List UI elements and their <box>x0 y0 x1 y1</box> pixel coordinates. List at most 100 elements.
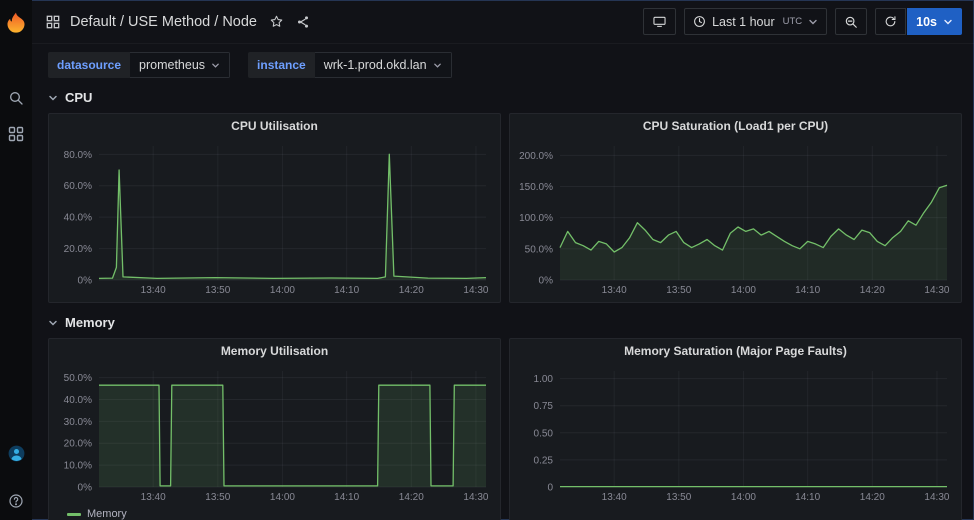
search-icon[interactable] <box>3 85 29 111</box>
variable-label: datasource <box>48 52 130 78</box>
chevron-down-icon <box>48 93 58 103</box>
svg-text:0.25: 0.25 <box>534 455 554 466</box>
timeseries-chart-memory-utilisation[interactable]: 13:4013:5014:0014:1014:2014:300%10.0%20.… <box>53 363 496 505</box>
dashboard-grid-icon <box>46 15 60 29</box>
dashboard-content: datasource prometheus instance wrk-1.pro… <box>32 44 974 520</box>
sidebar <box>0 0 32 520</box>
refresh-icon <box>884 15 897 28</box>
share-icon[interactable] <box>296 15 310 29</box>
svg-text:50.0%: 50.0% <box>64 373 92 384</box>
svg-text:14:10: 14:10 <box>334 285 359 296</box>
svg-text:14:30: 14:30 <box>463 492 488 503</box>
help-icon[interactable] <box>3 488 29 514</box>
variable-value: wrk-1.prod.okd.lan <box>324 58 427 72</box>
svg-text:14:10: 14:10 <box>795 285 820 296</box>
svg-text:10.0%: 10.0% <box>64 461 92 472</box>
chevron-down-icon <box>808 17 818 27</box>
panel-header[interactable]: CPU Utilisation <box>53 114 496 138</box>
svg-text:14:30: 14:30 <box>463 285 488 296</box>
section-title: Memory <box>65 315 115 330</box>
legend-color-swatch <box>67 513 81 516</box>
zoom-out-button[interactable] <box>835 8 867 35</box>
grafana-app: Default / USE Method / Node Last 1 hour … <box>0 0 974 520</box>
refresh-button[interactable] <box>875 8 906 35</box>
svg-text:50.0%: 50.0% <box>525 244 553 255</box>
svg-text:40.0%: 40.0% <box>64 395 92 406</box>
variable-datasource: datasource prometheus <box>48 52 230 78</box>
time-picker-button[interactable]: Last 1 hour UTC <box>684 8 827 35</box>
svg-text:13:50: 13:50 <box>666 492 691 503</box>
svg-text:0.50: 0.50 <box>534 428 554 439</box>
svg-text:0%: 0% <box>78 483 93 494</box>
monitor-icon <box>652 15 667 29</box>
svg-text:14:00: 14:00 <box>731 285 756 296</box>
svg-text:14:30: 14:30 <box>924 285 949 296</box>
panel-cpu-utilisation: CPU Utilisation 13:4013:5014:0014:1014:2… <box>48 113 501 303</box>
svg-text:30.0%: 30.0% <box>64 417 92 428</box>
timeseries-chart-cpu-utilisation[interactable]: 13:4013:5014:0014:1014:2014:300%20.0%40.… <box>53 138 496 298</box>
svg-text:14:00: 14:00 <box>731 492 756 503</box>
variable-label: instance <box>248 52 315 78</box>
variables-row: datasource prometheus instance wrk-1.pro… <box>48 52 962 78</box>
star-icon[interactable] <box>269 14 284 29</box>
refresh-interval-label: 10s <box>916 15 937 29</box>
svg-text:13:40: 13:40 <box>141 492 166 503</box>
grafana-logo-icon[interactable] <box>3 9 29 35</box>
timezone-label: UTC <box>783 16 803 27</box>
legend-label[interactable]: Memory <box>87 508 127 520</box>
tv-mode-button[interactable] <box>643 8 676 35</box>
variable-value-dropdown[interactable]: wrk-1.prod.okd.lan <box>315 52 452 78</box>
svg-text:0: 0 <box>547 483 553 494</box>
top-navbar: Default / USE Method / Node Last 1 hour … <box>32 0 974 44</box>
user-avatar[interactable] <box>3 440 29 466</box>
panel-header[interactable]: Memory Utilisation <box>53 339 496 363</box>
section-header-memory[interactable]: Memory <box>48 315 962 330</box>
navbar-actions: Last 1 hour UTC 10s <box>643 8 962 35</box>
refresh-picker: 10s <box>875 8 962 35</box>
svg-text:14:10: 14:10 <box>795 492 820 503</box>
timeseries-chart-memory-saturation[interactable]: 13:40 13:50 14:00 14:10 14:20 14:30 0 0.25 0.50 0… <box>514 363 957 505</box>
panel-row-cpu: CPU Utilisation 13:40 13:50 14:00 14:10 14:2… <box>48 113 962 303</box>
svg-text:14:00: 14:00 <box>270 492 295 503</box>
chevron-down-icon <box>211 61 220 70</box>
svg-text:20.0%: 20.0% <box>64 439 92 450</box>
time-range-label: Last 1 hour <box>712 15 775 29</box>
chevron-down-icon <box>433 61 442 70</box>
dashboards-icon[interactable] <box>3 121 29 147</box>
svg-text:14:20: 14:20 <box>860 285 885 296</box>
svg-text:13:50: 13:50 <box>666 285 691 296</box>
panel-header[interactable]: Memory Saturation (Major Page Faults) <box>514 339 957 363</box>
svg-text:150.0%: 150.0% <box>519 182 553 193</box>
chevron-down-icon <box>943 17 953 27</box>
svg-text:14:20: 14:20 <box>860 492 885 503</box>
svg-text:13:40: 13:40 <box>602 492 627 503</box>
svg-text:14:20: 14:20 <box>399 285 424 296</box>
main-area: Default / USE Method / Node Last 1 hour … <box>32 0 974 520</box>
section-header-cpu[interactable]: CPU <box>48 90 962 105</box>
zoom-out-icon <box>844 15 858 29</box>
timeseries-chart-cpu-saturation[interactable]: 13:4013:5014:0014:1014:2014:300%50.0%100… <box>514 138 957 298</box>
panel-header[interactable]: CPU Saturation (Load1 per CPU) <box>514 114 957 138</box>
svg-text:14:20: 14:20 <box>399 492 424 503</box>
svg-text:13:40: 13:40 <box>141 285 166 296</box>
variable-instance: instance wrk-1.prod.okd.lan <box>248 52 452 78</box>
breadcrumb[interactable]: Default / USE Method / Node <box>70 14 257 30</box>
svg-text:0%: 0% <box>539 276 554 287</box>
panel-memory-utilisation: Memory Utilisation 13:4013:5014:0014:101… <box>48 338 501 520</box>
refresh-interval-dropdown[interactable]: 10s <box>907 8 962 35</box>
chart-legend: Memory <box>53 505 496 520</box>
svg-text:60.0%: 60.0% <box>64 181 92 192</box>
svg-text:14:00: 14:00 <box>270 285 295 296</box>
svg-text:0.75: 0.75 <box>534 401 554 412</box>
svg-text:13:40: 13:40 <box>602 285 627 296</box>
variable-value-dropdown[interactable]: prometheus <box>130 52 230 78</box>
clock-icon <box>693 15 706 28</box>
svg-text:200.0%: 200.0% <box>519 151 553 162</box>
panel-title: Memory Utilisation <box>221 344 328 358</box>
panel-title: CPU Utilisation <box>231 119 318 133</box>
sidebar-bottom <box>3 440 29 514</box>
chevron-down-icon <box>48 318 58 328</box>
svg-text:14:30: 14:30 <box>924 492 949 503</box>
panel-title: Memory Saturation (Major Page Faults) <box>624 344 847 358</box>
section-title: CPU <box>65 90 92 105</box>
